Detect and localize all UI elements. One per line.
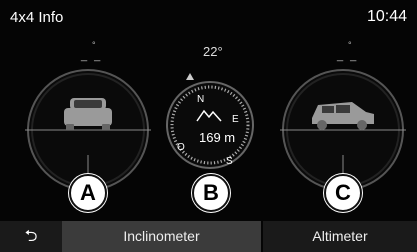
screen: 4x4 Info 10:44 _ _ ° _ _ ° 22° N E S O 1… <box>0 0 417 252</box>
side-inclinometer-gauge <box>280 69 406 191</box>
back-arrow-icon: ⮌ <box>24 228 38 245</box>
compass-n: N <box>197 94 205 105</box>
marker-b: B <box>192 174 230 212</box>
compass-gauge <box>166 73 254 169</box>
tab-altimeter[interactable]: Altimeter <box>263 221 417 252</box>
altitude-readout: 169 m <box>199 130 236 145</box>
back-button[interactable]: ⮌ <box>0 221 62 252</box>
bottom-bar: ⮌ Inclinometer Altimeter <box>0 221 417 252</box>
gauges <box>25 69 406 191</box>
tab-inclinometer[interactable]: Inclinometer <box>62 221 261 252</box>
car-front-icon <box>64 98 112 130</box>
compass-e: E <box>232 114 239 125</box>
marker-a: A <box>69 174 107 212</box>
marker-c: C <box>324 174 362 212</box>
front-inclinometer-gauge <box>25 69 151 191</box>
compass-o: O <box>177 142 185 153</box>
compass-s: S <box>226 156 233 167</box>
